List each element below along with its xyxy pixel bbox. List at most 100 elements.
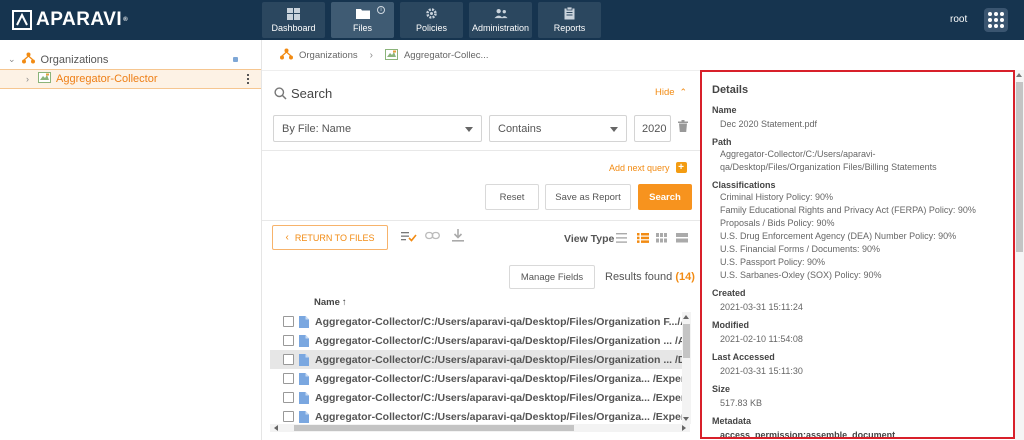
users-icon xyxy=(493,8,508,20)
more-options-icon[interactable] xyxy=(247,74,249,84)
row-checkbox[interactable] xyxy=(283,373,294,384)
details-metadata-value: access_permission:assemble_document xyxy=(720,430,896,439)
scrollbar-thumb[interactable] xyxy=(294,425,574,431)
status-indicator xyxy=(233,57,238,62)
field-select[interactable]: By File: Name xyxy=(273,115,482,142)
brand-name: APARAVI xyxy=(36,9,123,30)
breadcrumb-separator-icon: › xyxy=(369,50,373,61)
detail-list-view-icon[interactable] xyxy=(637,233,649,246)
apps-grid-button[interactable] xyxy=(984,8,1008,32)
results-label: Results found xyxy=(605,271,673,283)
scrollbar-thumb[interactable] xyxy=(683,324,690,358)
return-to-files-button[interactable]: ‹ RETURN TO FILES xyxy=(272,225,388,250)
results-horizontal-scrollbar[interactable] xyxy=(270,424,690,432)
classification-item: U.S. Drug Enforcement Agency (DEA) Numbe… xyxy=(720,231,957,241)
breadcrumb-collector[interactable]: Aggregator-Collec... xyxy=(404,50,488,61)
download-icon[interactable] xyxy=(452,229,464,245)
breadcrumb: Organizations › Aggregator-Collec... xyxy=(280,48,488,63)
divider xyxy=(262,220,702,221)
scroll-up-icon[interactable] xyxy=(683,315,689,319)
manage-fields-button[interactable]: Manage Fields xyxy=(509,265,595,289)
details-metadata-label: Metadata xyxy=(712,416,752,426)
divider xyxy=(262,150,702,151)
info-icon[interactable]: i xyxy=(377,6,385,14)
link-icon[interactable] xyxy=(425,231,440,243)
view-type-label: View Type xyxy=(564,233,615,245)
scroll-left-icon[interactable] xyxy=(274,425,278,431)
collector-icon xyxy=(38,72,51,86)
chevron-down-icon[interactable]: ⌄ xyxy=(8,54,16,65)
file-icon xyxy=(299,372,309,385)
user-name[interactable]: root xyxy=(950,14,967,25)
row-file-path: Aggregator-Collector/C:/Users/aparavi-qa… xyxy=(315,334,688,347)
column-name-label: Name xyxy=(314,297,340,308)
search-title: Search xyxy=(274,86,332,101)
scrollbar-thumb[interactable] xyxy=(1016,82,1023,252)
row-checkbox[interactable] xyxy=(283,335,294,346)
row-file-path: Aggregator-Collector/C:/Users/aparavi-qa… xyxy=(315,410,688,423)
breadcrumb-organizations[interactable]: Organizations xyxy=(299,50,358,61)
clipboard-icon xyxy=(563,7,577,20)
results-found: Results found (14) xyxy=(605,271,695,283)
nav-reports[interactable]: Reports xyxy=(538,2,601,38)
hide-search-toggle[interactable]: Hide ⌃ xyxy=(655,87,687,98)
scroll-down-icon[interactable] xyxy=(683,417,689,421)
details-created-value: 2021-03-31 15:11:24 xyxy=(720,302,803,312)
aparavi-logo[interactable]: APARAVI ® xyxy=(12,9,128,31)
reset-button[interactable]: Reset xyxy=(485,184,539,210)
nav-files-label: Files xyxy=(352,22,372,33)
save-as-report-button[interactable]: Save as Report xyxy=(545,184,631,210)
chevron-up-icon: ⌃ xyxy=(679,87,688,97)
classification-item: U.S. Sarbanes-Oxley (SOX) Policy: 90% xyxy=(720,270,882,280)
grid-view-icon[interactable] xyxy=(656,233,667,246)
operator-select[interactable]: Contains xyxy=(489,115,627,142)
table-row[interactable]: Aggregator-Collector/C:/Users/aparavi-qa… xyxy=(270,369,688,388)
sort-ascending-icon: ↑ xyxy=(341,297,347,308)
table-row[interactable]: Aggregator-Collector/C:/Users/aparavi-qa… xyxy=(270,331,688,350)
operator-select-value: Contains xyxy=(498,122,542,135)
aparavi-logo-icon xyxy=(12,10,32,30)
nav-policies[interactable]: Policies xyxy=(400,2,463,38)
details-path-line: qa/Desktop/Files/Organization Files/Bill… xyxy=(720,162,937,172)
details-created-label: Created xyxy=(712,288,746,298)
row-checkbox[interactable] xyxy=(283,316,294,327)
tree-root-organizations[interactable]: ⌄ Organizations xyxy=(8,52,108,67)
nav-reports-label: Reports xyxy=(553,22,586,33)
checklist-icon[interactable] xyxy=(401,231,417,245)
search-button[interactable]: Search xyxy=(638,184,692,210)
results-table: Aggregator-Collector/C:/Users/aparavi-qa… xyxy=(270,312,688,426)
table-row-selected[interactable]: Aggregator-Collector/C:/Users/aparavi-qa… xyxy=(270,350,688,369)
plus-icon: + xyxy=(675,162,687,173)
folder-icon xyxy=(355,8,370,20)
table-row[interactable]: Aggregator-Collector/C:/Users/aparavi-qa… xyxy=(270,312,688,331)
hide-label: Hide xyxy=(655,87,675,98)
results-vertical-scrollbar[interactable] xyxy=(682,312,691,424)
caret-down-icon xyxy=(465,127,473,132)
trash-icon[interactable] xyxy=(678,120,688,135)
details-classifications-label: Classifications xyxy=(712,180,776,190)
details-accessed-value: 2021-03-31 15:11:30 xyxy=(720,366,803,376)
table-row[interactable]: Aggregator-Collector/C:/Users/aparavi-qa… xyxy=(270,388,688,407)
nav-dashboard-label: Dashboard xyxy=(271,22,316,33)
add-next-query[interactable]: Add next query + xyxy=(609,162,687,173)
list-view-icon[interactable] xyxy=(616,233,627,246)
nav-files[interactable]: i Files xyxy=(331,2,394,38)
scroll-right-icon[interactable] xyxy=(682,425,686,431)
tree-item-aggregator-collector[interactable]: › Aggregator-Collector xyxy=(0,69,261,89)
row-checkbox[interactable] xyxy=(283,411,294,422)
row-checkbox[interactable] xyxy=(283,354,294,365)
details-accessed-label: Last Accessed xyxy=(712,352,775,362)
row-checkbox[interactable] xyxy=(283,392,294,403)
brand-mark: ® xyxy=(123,17,129,23)
scroll-up-icon[interactable] xyxy=(1016,73,1022,77)
chevron-left-icon: ‹ xyxy=(285,232,289,243)
nav-administration[interactable]: Administration xyxy=(469,2,532,38)
card-view-icon[interactable] xyxy=(676,233,688,246)
nav-dashboard[interactable]: Dashboard xyxy=(262,2,325,38)
column-header-name[interactable]: Name ↑ xyxy=(314,297,347,308)
page-vertical-scrollbar[interactable] xyxy=(1015,70,1024,440)
row-file-path: Aggregator-Collector/C:/Users/aparavi-qa… xyxy=(315,353,688,366)
chevron-right-icon[interactable]: › xyxy=(26,74,29,84)
search-value-input[interactable] xyxy=(634,115,671,142)
classification-item: Proposals / Bids Policy: 90% xyxy=(720,218,835,228)
